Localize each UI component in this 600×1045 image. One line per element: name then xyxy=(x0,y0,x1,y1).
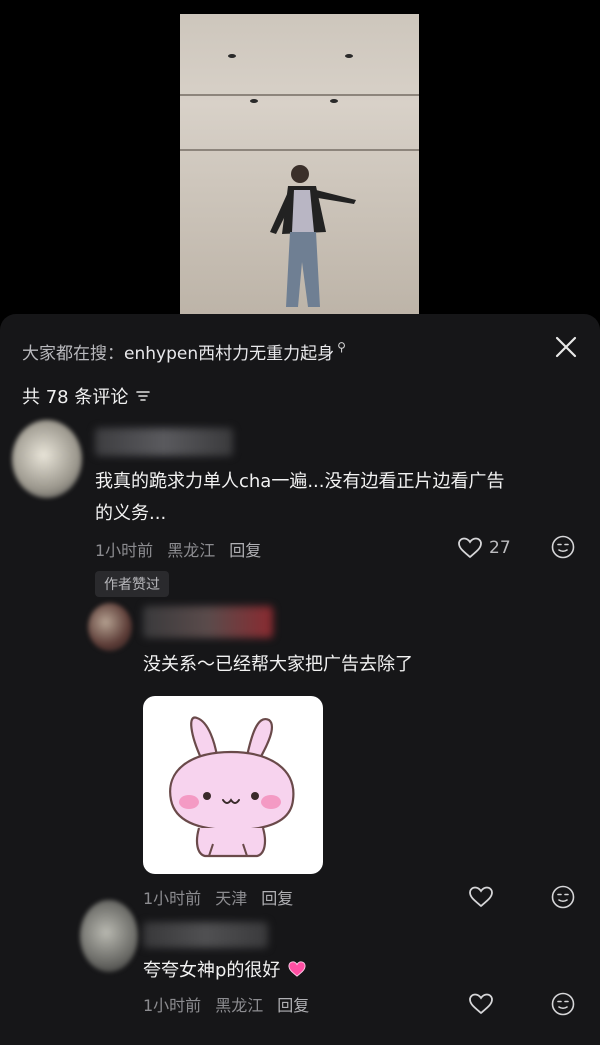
ceiling-line xyxy=(180,149,419,151)
like-count: 27 xyxy=(489,538,511,558)
heart-icon xyxy=(469,886,493,908)
comment-location: 黑龙江 xyxy=(215,996,264,1015)
emoji-reaction-icon[interactable] xyxy=(551,885,575,909)
search-icon: ⚲ xyxy=(337,339,346,354)
comment-text: 夸夸女神p的很好 xyxy=(143,955,306,987)
trending-search-prefix: 大家都在搜： xyxy=(22,344,124,364)
comment-location: 黑龙江 xyxy=(167,541,216,560)
comment-text-line: 我真的跪求力单人cha一遍...没有边看正片边看广告 xyxy=(95,471,505,492)
like-button[interactable] xyxy=(468,993,500,1015)
avatar[interactable] xyxy=(80,900,138,972)
comment-text: 没关系～已经帮大家把广告去除了 xyxy=(143,654,413,675)
dancer-figure xyxy=(270,165,356,307)
comment-meta: 1小时前 黑龙江 回复 xyxy=(143,992,323,1016)
trending-search-query[interactable]: enhypen西村力无重力起身 xyxy=(124,339,334,364)
reply-button[interactable]: 回复 xyxy=(277,996,309,1015)
ceiling-light xyxy=(330,99,338,103)
sort-icon[interactable] xyxy=(136,389,151,403)
emoji-reaction-icon[interactable] xyxy=(551,992,575,1016)
comment-count: 共 78 条评论 xyxy=(22,387,129,408)
comment-meta: 1小时前 天津 回复 xyxy=(143,885,307,909)
comment-meta: 1小时前 黑龙江 回复 xyxy=(95,537,275,561)
bunny-sticker-image[interactable] xyxy=(143,696,323,874)
reply-button[interactable]: 回复 xyxy=(229,541,261,560)
comment-time: 1小时前 xyxy=(143,996,202,1015)
comment-time: 1小时前 xyxy=(95,541,154,560)
reply-button[interactable]: 回复 xyxy=(261,889,293,908)
bunny-sticker-icon xyxy=(169,716,295,858)
heart-icon xyxy=(469,993,493,1015)
username-blurred[interactable] xyxy=(143,922,268,948)
heart-icon xyxy=(458,537,482,559)
ceiling-light xyxy=(345,54,353,58)
comment-text: 我真的跪求力单人cha一遍...没有边看正片边看广告 的义务... xyxy=(95,466,505,530)
username-blurred[interactable] xyxy=(95,428,233,456)
like-button[interactable]: 27 xyxy=(457,537,511,559)
pink-heart-emoji-icon xyxy=(288,961,306,977)
username-blurred[interactable] xyxy=(143,606,273,638)
author-liked-badge: 作者赞过 xyxy=(95,571,169,597)
emoji-reaction-icon[interactable] xyxy=(551,535,575,559)
avatar[interactable] xyxy=(88,603,132,651)
comment-time: 1小时前 xyxy=(143,889,202,908)
avatar[interactable] xyxy=(12,420,82,498)
comment-count-header: 共 78 条评论 xyxy=(22,383,151,409)
close-icon xyxy=(555,336,577,358)
ceiling-line xyxy=(180,94,419,96)
trending-search[interactable]: 大家都在搜： enhypen西村力无重力起身 ⚲ xyxy=(22,339,346,365)
close-button[interactable] xyxy=(553,334,579,360)
comment-text-content: 夸夸女神p的很好 xyxy=(143,960,281,981)
ceiling-light xyxy=(250,99,258,103)
ceiling-light xyxy=(228,54,236,58)
video-player[interactable] xyxy=(180,14,419,314)
like-button[interactable] xyxy=(468,886,500,908)
comment-text-line: 的义务... xyxy=(95,503,167,524)
comment-location: 天津 xyxy=(215,889,248,908)
